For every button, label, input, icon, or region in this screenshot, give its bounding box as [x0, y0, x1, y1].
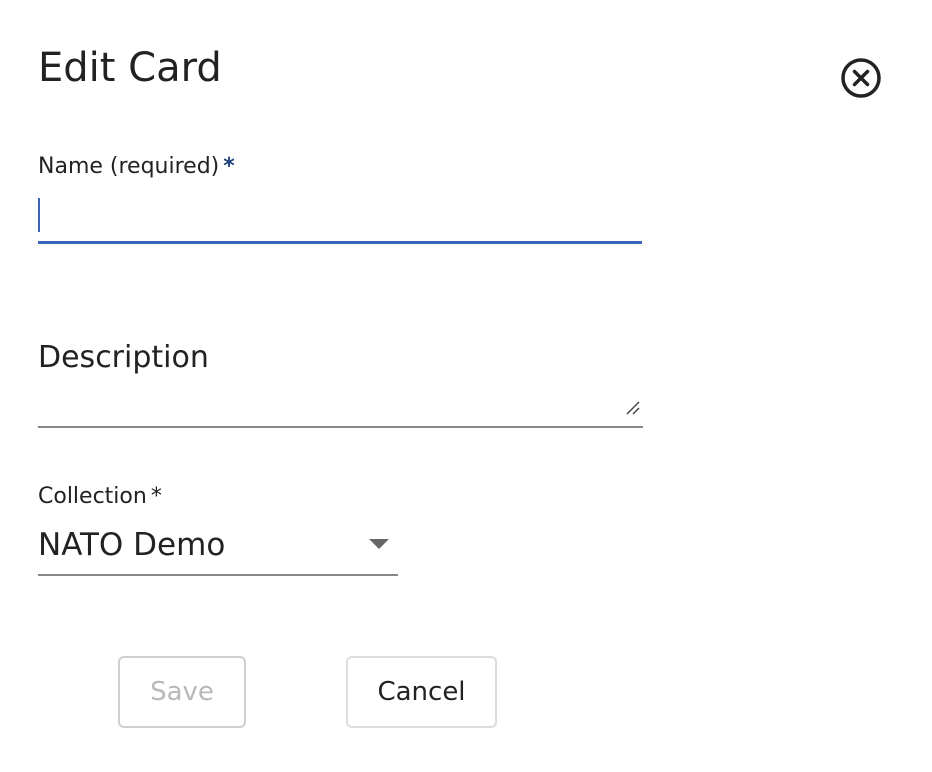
collection-field-label: Collection *: [38, 484, 162, 509]
collection-selected-value: NATO Demo: [38, 527, 226, 563]
collection-select[interactable]: NATO Demo: [38, 522, 398, 576]
name-field-label: Name (required) *: [38, 154, 235, 179]
edit-card-dialog: Edit Card Name (required) * Description C…: [0, 0, 932, 772]
collection-label-text: Collection: [38, 484, 147, 509]
name-label-text: Name (required): [38, 154, 220, 179]
cancel-button[interactable]: Cancel: [346, 656, 497, 728]
description-textarea[interactable]: [38, 388, 643, 428]
text-caret: [38, 198, 40, 232]
required-marker: *: [150, 484, 162, 509]
caret-down-icon[interactable]: [369, 539, 389, 549]
description-field-label: Description: [38, 340, 209, 375]
resize-handle-icon[interactable]: [625, 400, 641, 416]
name-input[interactable]: [38, 194, 642, 244]
dialog-title: Edit Card: [38, 45, 222, 91]
close-icon[interactable]: [839, 56, 883, 100]
save-button[interactable]: Save: [118, 656, 246, 728]
required-marker: *: [223, 154, 235, 179]
